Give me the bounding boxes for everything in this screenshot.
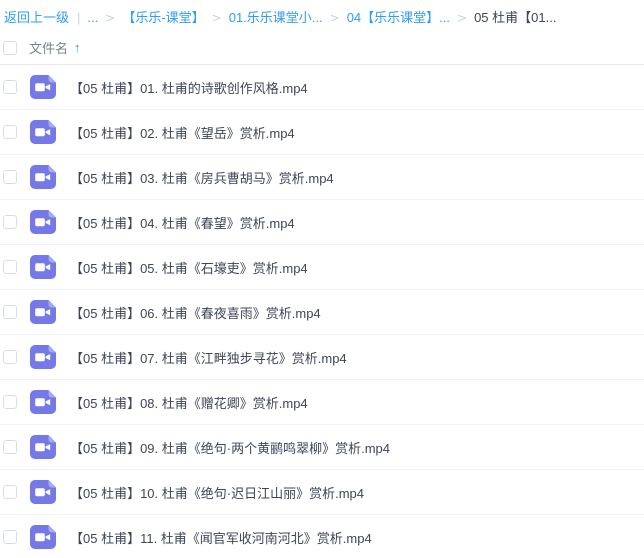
file-list-header: 文件名 ↑ [0,31,644,65]
breadcrumb-items: ... > 【乐乐-课堂】 >01.乐乐课堂小... >04【乐乐课堂】... >05 杜… [87,10,556,25]
video-file-icon [30,345,56,369]
file-name[interactable]: 【05 杜甫】01. 杜甫的诗歌创作风格.mp4 [70,78,308,97]
file-name[interactable]: 【05 杜甫】10. 杜甫《绝句·迟日江山丽》赏析.mp4 [70,483,364,502]
breadcrumb-item-current: 05 杜甫【01... [474,10,556,25]
file-name[interactable]: 【05 杜甫】04. 杜甫《春望》赏析.mp4 [70,213,295,232]
row-checkbox[interactable] [3,350,17,364]
file-row[interactable]: 【05 杜甫】03. 杜甫《房兵曹胡马》赏析.mp4 [0,155,644,200]
row-checkbox[interactable] [3,260,17,274]
video-file-icon [30,165,56,189]
select-all-checkbox[interactable] [3,41,17,55]
sort-ascending-icon[interactable]: ↑ [74,40,81,55]
breadcrumb-separator: > [330,11,340,25]
file-row[interactable]: 【05 杜甫】04. 杜甫《春望》赏析.mp4 [0,200,644,245]
breadcrumb-pipe-divider: | [77,10,80,25]
video-file-icon [30,210,56,234]
file-row[interactable]: 【05 杜甫】01. 杜甫的诗歌创作风格.mp4 [0,65,644,110]
file-row[interactable]: 【05 杜甫】06. 杜甫《春夜喜雨》赏析.mp4 [0,290,644,335]
filename-column-header[interactable]: 文件名 [29,38,68,57]
file-name[interactable]: 【05 杜甫】05. 杜甫《石壕吏》赏析.mp4 [70,258,308,277]
file-name[interactable]: 【05 杜甫】06. 杜甫《春夜喜雨》赏析.mp4 [70,303,321,322]
file-row[interactable]: 【05 杜甫】09. 杜甫《绝句·两个黄鹂鸣翠柳》赏析.mp4 [0,425,644,470]
file-row[interactable]: 【05 杜甫】05. 杜甫《石壕吏》赏析.mp4 [0,245,644,290]
file-browser: 返回上一级 |... > 【乐乐-课堂】 >01.乐乐课堂小... >04【乐乐课堂】..… [0,0,644,558]
breadcrumb-separator: > [212,11,222,25]
video-file-icon [30,120,56,144]
row-checkbox[interactable] [3,80,17,94]
breadcrumb: 返回上一级 |... > 【乐乐-课堂】 >01.乐乐课堂小... >04【乐乐课堂】..… [0,0,644,31]
row-checkbox[interactable] [3,305,17,319]
row-checkbox[interactable] [3,170,17,184]
row-checkbox[interactable] [3,125,17,139]
row-checkbox[interactable] [3,440,17,454]
file-name[interactable]: 【05 杜甫】07. 杜甫《江畔独步寻花》赏析.mp4 [70,348,347,367]
row-checkbox[interactable] [3,530,17,544]
video-file-icon [30,300,56,324]
video-file-icon [30,255,56,279]
video-file-icon [30,525,56,549]
row-checkbox[interactable] [3,395,17,409]
file-name[interactable]: 【05 杜甫】11. 杜甫《闻官军收河南河北》赏析.mp4 [70,528,372,547]
file-row[interactable]: 【05 杜甫】08. 杜甫《赠花卿》赏析.mp4 [0,380,644,425]
file-name[interactable]: 【05 杜甫】08. 杜甫《赠花卿》赏析.mp4 [70,393,308,412]
file-name[interactable]: 【05 杜甫】09. 杜甫《绝句·两个黄鹂鸣翠柳》赏析.mp4 [70,438,390,457]
breadcrumb-item[interactable]: 04【乐乐课堂】... [347,10,450,25]
file-row[interactable]: 【05 杜甫】07. 杜甫《江畔独步寻花》赏析.mp4 [0,335,644,380]
file-name[interactable]: 【05 杜甫】02. 杜甫《望岳》赏析.mp4 [70,123,295,142]
file-row[interactable]: 【05 杜甫】10. 杜甫《绝句·迟日江山丽》赏析.mp4 [0,470,644,515]
video-file-icon [30,480,56,504]
row-checkbox[interactable] [3,215,17,229]
video-file-icon [30,390,56,414]
breadcrumb-separator: > [457,11,467,25]
file-list: 【05 杜甫】01. 杜甫的诗歌创作风格.mp4 【05 杜甫】02. 杜甫《望… [0,65,644,558]
file-row[interactable]: 【05 杜甫】11. 杜甫《闻官军收河南河北》赏析.mp4 [0,515,644,558]
breadcrumb-separator: > [105,11,115,25]
breadcrumb-item[interactable]: ... [87,10,98,25]
breadcrumb-item[interactable]: 【乐乐-课堂】 [122,10,204,25]
breadcrumb-item[interactable]: 01.乐乐课堂小... [229,10,323,25]
file-row[interactable]: 【05 杜甫】02. 杜甫《望岳》赏析.mp4 [0,110,644,155]
file-name[interactable]: 【05 杜甫】03. 杜甫《房兵曹胡马》赏析.mp4 [70,168,334,187]
video-file-icon [30,435,56,459]
row-checkbox[interactable] [3,485,17,499]
back-to-parent-link[interactable]: 返回上一级 [4,10,69,25]
video-file-icon [30,75,56,99]
